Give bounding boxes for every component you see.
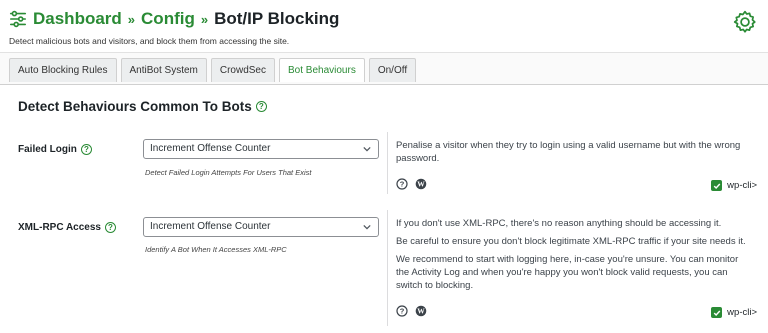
svg-text:W: W <box>417 307 425 316</box>
option-description: If you don't use XML-RPC, there's no rea… <box>396 217 754 297</box>
tab-antibot-system[interactable]: AntiBot System <box>120 58 207 82</box>
help-icon[interactable]: ? <box>105 222 116 233</box>
breadcrumb-config[interactable]: Config <box>141 9 195 29</box>
option-label-text: Failed Login <box>18 144 77 155</box>
wp-cli-toggle: wp-cli> <box>711 307 757 318</box>
tab-on-off[interactable]: On/Off <box>368 58 417 82</box>
svg-text:?: ? <box>400 180 405 189</box>
wp-cli-label: wp-cli> <box>727 307 757 318</box>
breadcrumb-separator: » <box>200 11 209 27</box>
option-label: XML-RPC Access ? <box>18 222 116 233</box>
option-label: Failed Login ? <box>18 144 92 155</box>
page-header: Dashboard » Config » Bot/IP Blocking Det… <box>0 0 768 52</box>
option-hint: Identify A Bot When It Accesses XML-RPC <box>145 245 287 254</box>
select-value: Increment Offense Counter <box>150 143 271 154</box>
svg-text:W: W <box>417 180 425 189</box>
column-divider <box>387 132 388 194</box>
tab-crowdsec[interactable]: CrowdSec <box>210 58 275 82</box>
tab-bar: Auto Blocking Rules AntiBot System Crowd… <box>0 52 768 85</box>
checkmark-icon <box>713 183 721 189</box>
option-row-failed-login: Failed Login ? Increment Offense Counter… <box>0 130 768 198</box>
svg-text:?: ? <box>400 307 405 316</box>
option-label-text: XML-RPC Access <box>18 222 101 233</box>
column-divider <box>387 210 388 326</box>
wordpress-icon[interactable]: W <box>415 178 427 190</box>
help-icon[interactable]: ? <box>255 101 267 112</box>
description-text: Penalise a visitor when they try to logi… <box>396 140 741 164</box>
select-value: Increment Offense Counter <box>150 221 271 232</box>
page-title: Bot/IP Blocking <box>214 9 340 28</box>
help-icon[interactable]: ? <box>80 144 92 155</box>
option-row-xml-rpc: XML-RPC Access ? Increment Offense Count… <box>0 208 768 328</box>
wp-cli-label: wp-cli> <box>727 180 757 191</box>
breadcrumb: Dashboard » Config » Bot/IP Blocking <box>9 6 339 32</box>
section-title: Detect Behaviours Common To Bots ? <box>18 99 267 114</box>
breadcrumb-separator: » <box>127 11 136 27</box>
page-subtitle: Detect malicious bots and visitors, and … <box>9 36 290 46</box>
tab-bot-behaviours[interactable]: Bot Behaviours <box>279 58 365 82</box>
chevron-down-icon <box>363 146 371 152</box>
option-description: Penalise a visitor when they try to logi… <box>396 139 754 170</box>
chevron-down-icon <box>363 224 371 230</box>
wordpress-icon[interactable]: W <box>415 305 427 317</box>
description-text: We recommend to start with logging here,… <box>396 254 739 291</box>
question-circle-icon[interactable]: ? <box>396 305 408 317</box>
wp-cli-checkbox[interactable] <box>711 180 723 191</box>
tab-divider <box>0 84 768 85</box>
checkmark-icon <box>713 310 721 316</box>
sliders-icon <box>9 10 27 28</box>
failed-login-select[interactable]: Increment Offense Counter <box>143 139 379 159</box>
tab-auto-blocking-rules[interactable]: Auto Blocking Rules <box>9 58 117 82</box>
section-title-text: Detect Behaviours Common To Bots <box>18 99 252 114</box>
breadcrumb-dashboard[interactable]: Dashboard <box>33 9 122 29</box>
question-circle-icon[interactable]: ? <box>396 178 408 190</box>
wp-cli-checkbox[interactable] <box>711 307 723 318</box>
option-hint: Detect Failed Login Attempts For Users T… <box>145 168 312 177</box>
gear-icon[interactable] <box>732 9 758 35</box>
wp-cli-toggle: wp-cli> <box>711 180 757 191</box>
xml-rpc-select[interactable]: Increment Offense Counter <box>143 217 379 237</box>
description-text: Be careful to ensure you don't block leg… <box>396 236 746 247</box>
description-text: If you don't use XML-RPC, there's no rea… <box>396 218 722 229</box>
